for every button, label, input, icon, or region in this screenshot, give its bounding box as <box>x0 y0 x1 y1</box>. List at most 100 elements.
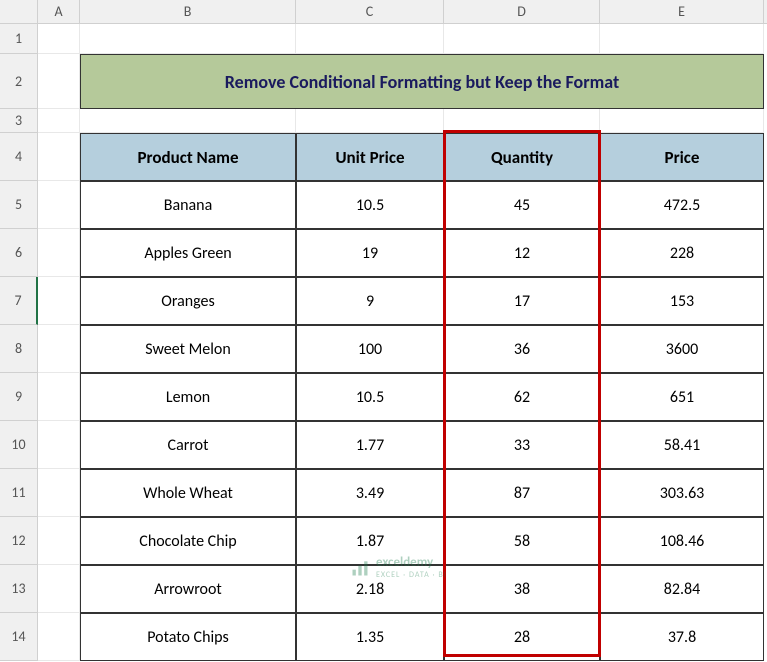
cell-D3[interactable] <box>444 109 600 133</box>
cell-A4[interactable] <box>38 133 80 181</box>
cell-price-6[interactable]: 228 <box>600 229 764 277</box>
row-9: 9 Lemon 10.5 62 651 <box>0 373 767 421</box>
cell-unit-price-6[interactable]: 19 <box>296 229 444 277</box>
row-header-12[interactable]: 12 <box>0 517 38 565</box>
cell-product-9[interactable]: Lemon <box>80 373 296 421</box>
cell-product-14[interactable]: Potato Chips <box>80 613 296 661</box>
cell-price-7[interactable]: 153 <box>600 277 764 325</box>
cell-product-11[interactable]: Whole Wheat <box>80 469 296 517</box>
cell-quantity-14[interactable]: 28 <box>444 613 600 661</box>
cell-C1[interactable] <box>296 24 444 54</box>
cell-quantity-7[interactable]: 17 <box>444 277 600 325</box>
cell-quantity-11[interactable]: 87 <box>444 469 600 517</box>
row-header-14[interactable]: 14 <box>0 613 38 661</box>
row-5: 5 Banana 10.5 45 472.5 <box>0 181 767 229</box>
row-7: 7 Oranges 9 17 153 <box>0 277 767 325</box>
cell-product-7[interactable]: Oranges <box>80 277 296 325</box>
cell-quantity-12[interactable]: 58 <box>444 517 600 565</box>
cell-B3[interactable] <box>80 109 296 133</box>
cell-A7[interactable] <box>38 277 80 325</box>
col-header-B[interactable]: B <box>80 0 296 23</box>
cell-unit-price-13[interactable]: 2.18 <box>296 565 444 613</box>
cell-A1[interactable] <box>38 24 80 54</box>
cell-unit-price-10[interactable]: 1.77 <box>296 421 444 469</box>
cell-quantity-10[interactable]: 33 <box>444 421 600 469</box>
cell-A14[interactable] <box>38 613 80 661</box>
header-unit-price[interactable]: Unit Price <box>296 133 444 181</box>
row-header-11[interactable]: 11 <box>0 469 38 517</box>
cell-unit-price-5[interactable]: 10.5 <box>296 181 444 229</box>
col-header-A[interactable]: A <box>38 0 80 23</box>
row-10: 10 Carrot 1.77 33 58.41 <box>0 421 767 469</box>
row-header-4[interactable]: 4 <box>0 133 38 181</box>
row-header-3[interactable]: 3 <box>0 109 38 133</box>
row-header-1[interactable]: 1 <box>0 24 38 54</box>
row-13: 13 Arrowroot 2.18 38 82.84 <box>0 565 767 613</box>
header-quantity[interactable]: Quantity <box>444 133 600 181</box>
row-header-10[interactable]: 10 <box>0 421 38 469</box>
cell-unit-price-14[interactable]: 1.35 <box>296 613 444 661</box>
header-product[interactable]: Product Name <box>80 133 296 181</box>
cell-A6[interactable] <box>38 229 80 277</box>
select-all-corner[interactable] <box>0 0 38 23</box>
col-header-C[interactable]: C <box>296 0 444 23</box>
row-6: 6 Apples Green 19 12 228 <box>0 229 767 277</box>
col-header-E[interactable]: E <box>600 0 764 23</box>
header-price[interactable]: Price <box>600 133 764 181</box>
cell-product-10[interactable]: Carrot <box>80 421 296 469</box>
cell-A5[interactable] <box>38 181 80 229</box>
cell-unit-price-7[interactable]: 9 <box>296 277 444 325</box>
cell-price-14[interactable]: 37.8 <box>600 613 764 661</box>
row-1: 1 <box>0 24 767 54</box>
cell-unit-price-8[interactable]: 100 <box>296 325 444 373</box>
cell-A9[interactable] <box>38 373 80 421</box>
cell-quantity-9[interactable]: 62 <box>444 373 600 421</box>
cell-product-6[interactable]: Apples Green <box>80 229 296 277</box>
cell-price-13[interactable]: 82.84 <box>600 565 764 613</box>
cell-price-8[interactable]: 3600 <box>600 325 764 373</box>
cell-A10[interactable] <box>38 421 80 469</box>
cell-quantity-8[interactable]: 36 <box>444 325 600 373</box>
col-header-D[interactable]: D <box>444 0 600 23</box>
cell-A3[interactable] <box>38 109 80 133</box>
cell-unit-price-9[interactable]: 10.5 <box>296 373 444 421</box>
cell-unit-price-11[interactable]: 3.49 <box>296 469 444 517</box>
cell-price-5[interactable]: 472.5 <box>600 181 764 229</box>
cell-A11[interactable] <box>38 469 80 517</box>
row-3: 3 <box>0 109 767 133</box>
cell-A2[interactable] <box>38 54 80 109</box>
row-header-6[interactable]: 6 <box>0 229 38 277</box>
cell-B1[interactable] <box>80 24 296 54</box>
cell-price-11[interactable]: 303.63 <box>600 469 764 517</box>
row-header-2[interactable]: 2 <box>0 54 38 109</box>
cell-D1[interactable] <box>444 24 600 54</box>
cell-quantity-6[interactable]: 12 <box>444 229 600 277</box>
cell-quantity-13[interactable]: 38 <box>444 565 600 613</box>
spreadsheet-grid: A B C D E 1 2 Remove Conditional Formatt… <box>0 0 767 662</box>
cell-product-13[interactable]: Arrowroot <box>80 565 296 613</box>
cell-price-12[interactable]: 108.46 <box>600 517 764 565</box>
cell-E1[interactable] <box>600 24 764 54</box>
cell-C3[interactable] <box>296 109 444 133</box>
cell-product-12[interactable]: Chocolate Chip <box>80 517 296 565</box>
cell-unit-price-12[interactable]: 1.87 <box>296 517 444 565</box>
cell-A13[interactable] <box>38 565 80 613</box>
row-14: 14 Potato Chips 1.35 28 37.8 <box>0 613 767 661</box>
row-header-8[interactable]: 8 <box>0 325 38 373</box>
cell-product-5[interactable]: Banana <box>80 181 296 229</box>
row-2: 2 Remove Conditional Formatting but Keep… <box>0 54 767 109</box>
row-header-7[interactable]: 7 <box>0 277 38 325</box>
cell-price-10[interactable]: 58.41 <box>600 421 764 469</box>
row-12: 12 Chocolate Chip 1.87 58 108.46 <box>0 517 767 565</box>
cell-A8[interactable] <box>38 325 80 373</box>
cell-E3[interactable] <box>600 109 764 133</box>
row-11: 11 Whole Wheat 3.49 87 303.63 <box>0 469 767 517</box>
cell-price-9[interactable]: 651 <box>600 373 764 421</box>
title-cell[interactable]: Remove Conditional Formatting but Keep t… <box>80 54 764 109</box>
cell-A12[interactable] <box>38 517 80 565</box>
row-header-13[interactable]: 13 <box>0 565 38 613</box>
row-header-5[interactable]: 5 <box>0 181 38 229</box>
cell-quantity-5[interactable]: 45 <box>444 181 600 229</box>
row-header-9[interactable]: 9 <box>0 373 38 421</box>
cell-product-8[interactable]: Sweet Melon <box>80 325 296 373</box>
